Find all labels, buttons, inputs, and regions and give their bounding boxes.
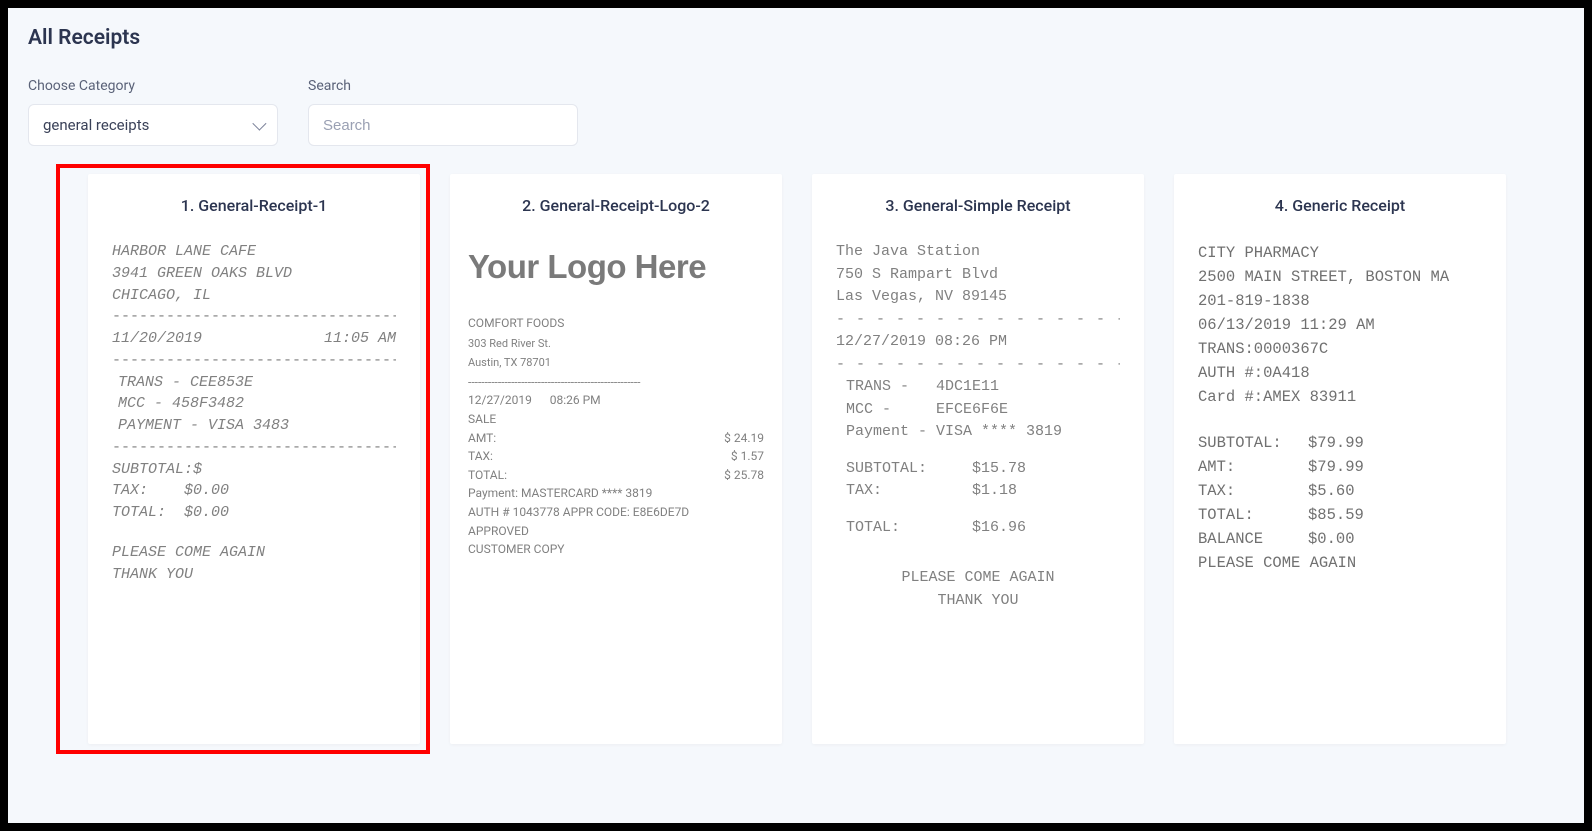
category-label: Choose Category xyxy=(28,78,278,94)
receipt-preview: Your Logo Here COMFORT FOODS 303 Red Riv… xyxy=(468,241,764,559)
receipt-grid: 1. General-Receipt-1 HARBOR LANE CAFE 39… xyxy=(28,174,1564,744)
category-select[interactable]: general receipts xyxy=(28,104,278,146)
chevron-down-icon xyxy=(252,117,266,131)
category-select-value: general receipts xyxy=(43,116,149,134)
receipt-card-1[interactable]: 1. General-Receipt-1 HARBOR LANE CAFE 39… xyxy=(88,174,420,744)
receipt-card-4[interactable]: 4. Generic Receipt CITY PHARMACY 2500 MA… xyxy=(1174,174,1506,744)
receipt-preview: CITY PHARMACY 2500 MAIN STREET, BOSTON M… xyxy=(1192,241,1488,575)
controls-row: Choose Category general receipts Search xyxy=(28,78,1564,146)
receipt-card-3[interactable]: 3. General-Simple Receipt The Java Stati… xyxy=(812,174,1144,744)
receipt-preview: HARBOR LANE CAFE 3941 GREEN OAKS BLVD CH… xyxy=(106,241,402,585)
receipt-preview: The Java Station 750 S Rampart Blvd Las … xyxy=(830,241,1126,612)
card-title: 2. General-Receipt-Logo-2 xyxy=(468,196,764,215)
card-title: 3. General-Simple Receipt xyxy=(830,196,1126,215)
receipt-card-2[interactable]: 2. General-Receipt-Logo-2 Your Logo Here… xyxy=(450,174,782,744)
page-title: All Receipts xyxy=(28,26,1564,50)
search-label: Search xyxy=(308,78,578,94)
search-input[interactable] xyxy=(308,104,578,146)
card-title: 4. Generic Receipt xyxy=(1192,196,1488,215)
card-title: 1. General-Receipt-1 xyxy=(106,196,402,215)
logo-placeholder: Your Logo Here xyxy=(468,241,764,292)
